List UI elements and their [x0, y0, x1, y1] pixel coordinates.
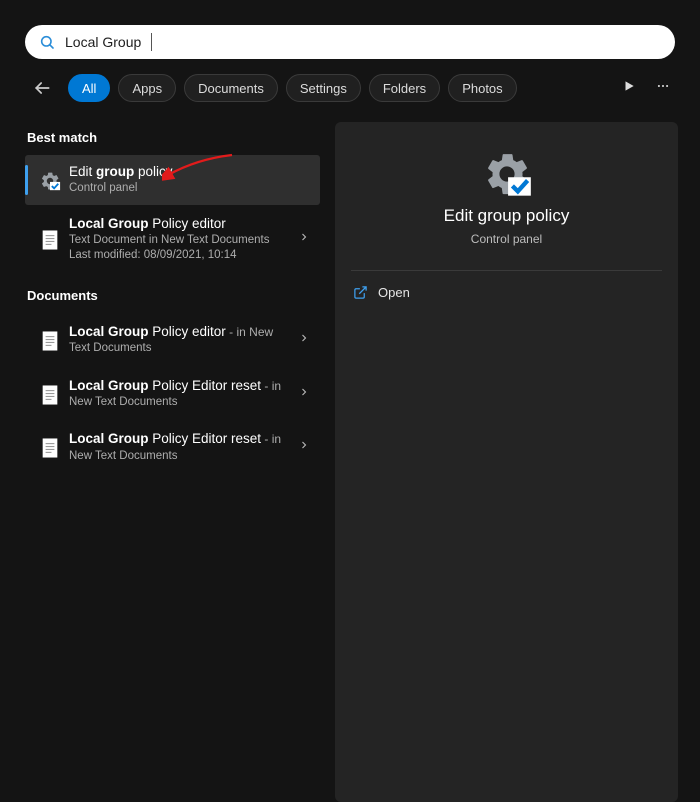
tab-all[interactable]: All: [68, 74, 110, 102]
search-bar[interactable]: [25, 25, 675, 59]
open-external-icon: [353, 285, 368, 300]
tab-folders[interactable]: Folders: [369, 74, 440, 102]
preview-action-label: Open: [378, 285, 410, 300]
tab-photos[interactable]: Photos: [448, 74, 516, 102]
tab-settings[interactable]: Settings: [286, 74, 361, 102]
chevron-right-icon: [298, 331, 310, 349]
section-documents: Documents: [27, 288, 320, 303]
text-document-icon: [41, 437, 59, 459]
text-document-icon: [41, 384, 59, 406]
back-button[interactable]: [30, 76, 54, 100]
chevron-right-icon: [298, 438, 310, 456]
preview-pane: Edit group policy Control panel Open: [335, 122, 678, 802]
chat-with-cortana-button[interactable]: [622, 79, 636, 98]
result-subtitle2: Last modified: 08/09/2021, 10:14: [69, 248, 298, 264]
tab-apps[interactable]: Apps: [118, 74, 176, 102]
divider: [351, 270, 662, 271]
document-result[interactable]: Local Group Policy Editor reset - in New…: [25, 367, 320, 421]
gear-checked-icon: [39, 170, 61, 192]
result-subtitle: Control panel: [69, 181, 310, 197]
search-input[interactable]: [65, 34, 661, 50]
result-local-group-policy-editor[interactable]: Local Group Policy editor Text Document …: [25, 205, 320, 274]
result-title: Local Group Policy editor: [69, 215, 298, 233]
result-subtitle: Text Document in New Text Documents: [69, 233, 298, 249]
chevron-right-icon: [298, 385, 310, 403]
more-options-button[interactable]: [654, 79, 672, 98]
result-edit-group-policy[interactable]: Edit group policy Control panel: [25, 155, 320, 205]
gear-checked-icon: [481, 148, 533, 200]
document-result[interactable]: Local Group Policy editor - in New Text …: [25, 313, 320, 367]
text-cursor: [151, 33, 152, 51]
result-title: Edit group policy: [69, 163, 310, 181]
result-title: Local Group Policy editor - in New: [69, 323, 298, 341]
text-document-icon: [41, 229, 59, 251]
document-result[interactable]: Local Group Policy Editor reset - in New…: [25, 420, 320, 474]
result-title: Local Group Policy Editor reset - in: [69, 430, 298, 448]
filter-tabs: All Apps Documents Settings Folders Phot…: [68, 74, 517, 102]
preview-title: Edit group policy: [444, 206, 570, 226]
section-best-match: Best match: [27, 130, 320, 145]
search-icon: [39, 34, 55, 50]
text-document-icon: [41, 330, 59, 352]
result-title: Local Group Policy Editor reset - in: [69, 377, 298, 395]
preview-subtitle: Control panel: [471, 232, 542, 246]
tab-documents[interactable]: Documents: [184, 74, 278, 102]
arrow-left-icon: [32, 78, 52, 98]
ellipsis-icon: [654, 79, 672, 93]
chevron-right-icon: [298, 230, 310, 248]
preview-action-open[interactable]: Open: [351, 283, 662, 302]
toolbar: All Apps Documents Settings Folders Phot…: [30, 74, 680, 102]
results-list: Best match Edit group policy Control pan…: [25, 122, 320, 474]
play-icon: [622, 79, 636, 93]
